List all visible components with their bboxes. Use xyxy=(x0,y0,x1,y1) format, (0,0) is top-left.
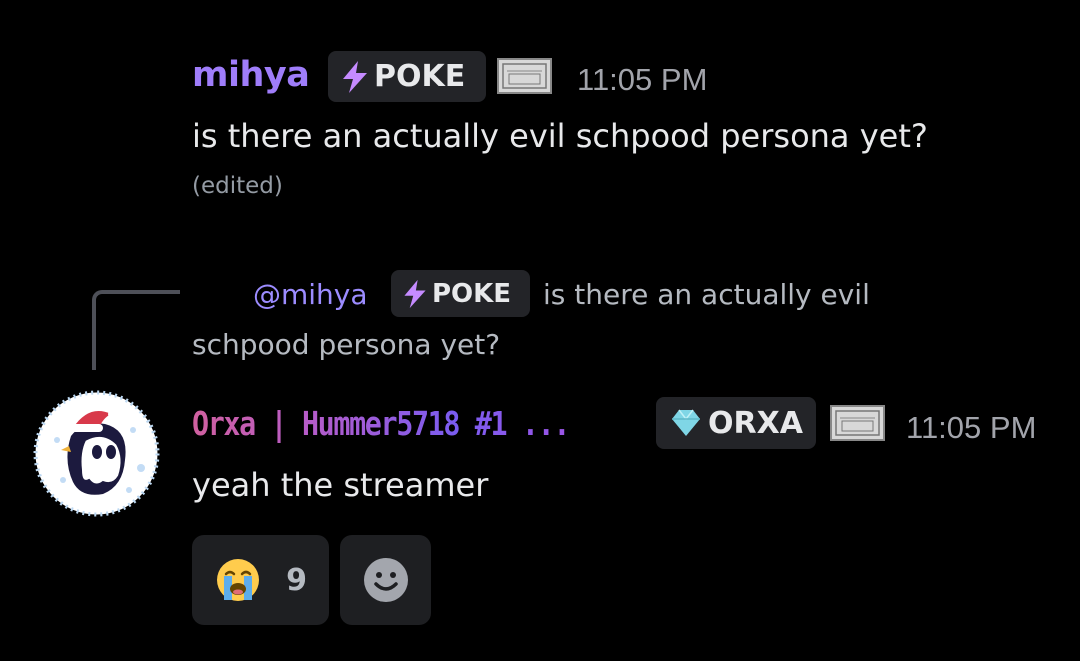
message-timestamp[interactable]: 11:05 PM xyxy=(906,410,1036,446)
admit-one-ticket-icon[interactable] xyxy=(830,405,885,441)
reply-mention[interactable]: @mihya xyxy=(253,278,368,311)
message-author-orxa[interactable]: Orxa | Hummer5718 #1 ... xyxy=(192,404,570,443)
role-tag-label: POKE xyxy=(374,59,466,94)
add-reaction-smiley-icon xyxy=(362,556,410,604)
admit-one-ticket-icon[interactable] xyxy=(497,58,552,94)
reply-role-tag-poke[interactable]: POKE xyxy=(391,270,530,317)
lightning-bolt-icon xyxy=(340,60,370,94)
add-reaction-button[interactable] xyxy=(340,535,431,625)
edited-indicator: (edited) xyxy=(192,173,283,199)
role-tag-poke[interactable]: POKE xyxy=(328,51,486,102)
role-tag-label: POKE xyxy=(432,278,512,309)
reply-preview-text-line2[interactable]: schpood persona yet? xyxy=(192,328,500,361)
gem-icon xyxy=(670,408,702,438)
message-content: yeah the streamer xyxy=(192,466,489,504)
reaction-count: 9 xyxy=(286,562,307,598)
avatar[interactable] xyxy=(33,390,160,517)
reaction-crying-face[interactable]: 9 xyxy=(192,535,329,625)
message-content: is there an actually evil schpood person… xyxy=(192,117,928,155)
message-timestamp[interactable]: 11:05 PM xyxy=(577,62,707,98)
lightning-bolt-icon xyxy=(401,279,429,309)
reply-spine-line xyxy=(92,290,180,370)
reply-preview-text-line1[interactable]: is there an actually evil xyxy=(543,278,870,311)
message-author-mihya[interactable]: mihya xyxy=(192,55,310,95)
role-tag-orxa[interactable]: ORXA xyxy=(656,397,816,449)
penguin-santa-hat-avatar xyxy=(33,390,160,517)
loudly-crying-face-icon xyxy=(214,556,262,604)
author-name-text: Orxa | Hummer5718 #1 ... xyxy=(192,404,570,443)
role-tag-label: ORXA xyxy=(708,405,803,441)
